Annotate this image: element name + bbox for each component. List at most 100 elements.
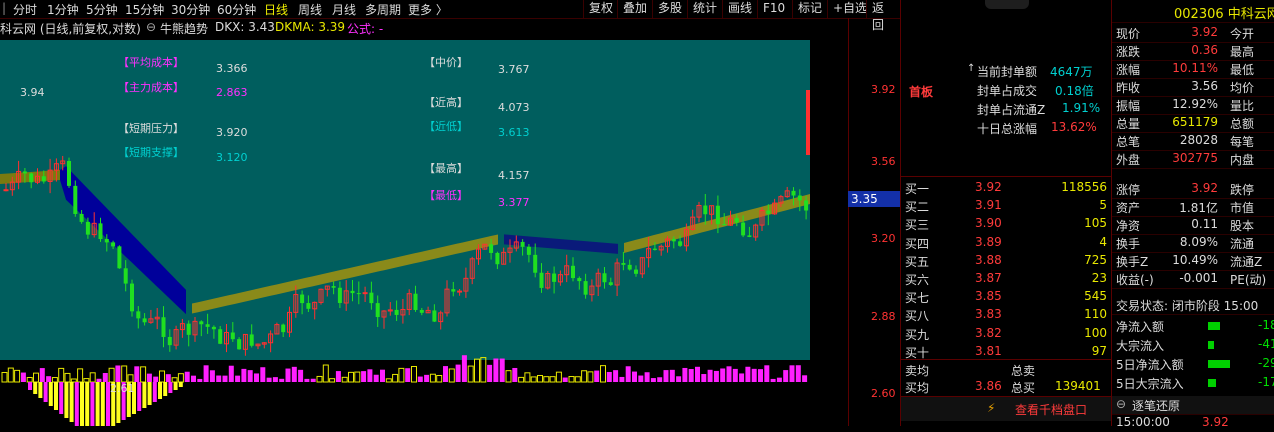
seal-label: 当前封单额 xyxy=(977,65,1038,79)
volume-bar xyxy=(499,358,505,382)
tab-more[interactable]: 更多 〉 xyxy=(408,1,448,18)
candle-body xyxy=(41,176,46,182)
volume-bar xyxy=(77,368,84,383)
volume-bar xyxy=(134,366,140,382)
draw-button[interactable]: 画线 xyxy=(722,0,757,18)
oscillator-bar xyxy=(48,382,53,406)
quote-value: 3.56 xyxy=(1191,79,1218,93)
depth-link-bar[interactable]: ⚡ 查看千档盘口 xyxy=(901,396,1111,421)
y-tick: 3.92 xyxy=(871,83,896,96)
flow-bar xyxy=(1208,341,1214,349)
indicator-name[interactable]: 牛熊趋势 xyxy=(160,20,208,37)
tab-fenshi[interactable]: 分时 xyxy=(13,1,37,18)
short-pressure-label: 【短期压力】 xyxy=(118,122,184,135)
oscillator-bar xyxy=(38,382,43,398)
volume-bar xyxy=(512,367,518,382)
candle-body xyxy=(67,160,71,186)
bid-row[interactable]: 买五 3.88 725 xyxy=(901,252,1111,270)
bid-label: 买八 xyxy=(905,309,930,324)
multi-stock-button[interactable]: 多股 xyxy=(652,0,687,18)
candle-body xyxy=(167,336,172,346)
bid-label: 买五 xyxy=(905,254,930,269)
flow-bar xyxy=(1208,379,1216,387)
bid-row[interactable]: 买四 3.89 4 xyxy=(901,234,1111,252)
tab-monthly[interactable]: 月线 xyxy=(332,1,356,18)
bid-volume: 100 xyxy=(1084,325,1107,340)
tab-weekly[interactable]: 周线 xyxy=(298,1,322,18)
candle-body xyxy=(413,293,418,310)
dkma-value: DKMA: 3.39 xyxy=(275,20,346,34)
bid-volume: 5 xyxy=(1099,198,1107,213)
oscillator-bar xyxy=(80,382,84,426)
volume-bar xyxy=(266,377,272,382)
volume-bar xyxy=(254,373,259,382)
candle-body xyxy=(451,289,456,292)
tab-multi-period[interactable]: 多周期 xyxy=(365,1,401,18)
oscillator-bar xyxy=(137,382,142,411)
candle-body xyxy=(104,239,109,243)
current-price-marker: 3.35 xyxy=(848,191,900,207)
volume-bar xyxy=(260,367,266,382)
volume-bar xyxy=(518,376,525,383)
main-cost-value: 2.863 xyxy=(216,86,248,99)
bid-row[interactable]: 买九 3.82 100 xyxy=(901,325,1111,343)
tab-5min[interactable]: 5分钟 xyxy=(86,1,118,18)
tab-60min[interactable]: 60分钟 xyxy=(217,1,256,18)
f10-button[interactable]: F10 xyxy=(757,0,790,18)
tab-15min[interactable]: 15分钟 xyxy=(125,1,164,18)
stats-button[interactable]: 统计 xyxy=(687,0,722,18)
flow-label: 净流入额 xyxy=(1116,320,1165,334)
collapse-icon[interactable]: ⊖ xyxy=(1116,397,1126,411)
tab-daily[interactable]: 日线 xyxy=(264,1,288,18)
tab-1min[interactable]: 1分钟 xyxy=(47,1,79,18)
quote-label: 股本 xyxy=(1230,219,1255,233)
volume-bar xyxy=(739,373,745,382)
bid-row[interactable]: 买六 3.87 23 xyxy=(901,270,1111,288)
bid-row[interactable]: 买七 3.85 545 xyxy=(901,288,1111,306)
stock-code-name[interactable]: 002306 中科云网 xyxy=(1174,3,1274,22)
quote-value: 1.81亿 xyxy=(1179,201,1218,215)
quote-value: 3.92 xyxy=(1191,181,1218,195)
quote-value: 3.92 xyxy=(1191,25,1218,39)
candle-body xyxy=(350,290,355,294)
depth-link[interactable]: 查看千档盘口 xyxy=(1015,401,1087,418)
volume-bar xyxy=(625,366,631,382)
oscillator-bar xyxy=(64,382,69,418)
volume-bar xyxy=(310,378,316,382)
mark-button[interactable]: 标记 xyxy=(792,0,827,18)
back-button[interactable]: 返回 xyxy=(866,0,900,32)
restore-label[interactable]: 逐笔还原 xyxy=(1132,397,1180,414)
volume-bar xyxy=(235,375,241,382)
seal-line: 封单占流通Z 1.91% xyxy=(901,100,1111,118)
bid-row[interactable]: 买八 3.83 110 xyxy=(901,306,1111,324)
candle-body xyxy=(734,218,739,223)
quote-row: 昨收 3.56 均价 xyxy=(1112,78,1274,97)
candle-body xyxy=(489,244,494,253)
bid-price: 3.89 xyxy=(975,234,1002,249)
volume-bar xyxy=(329,378,336,383)
volume-bar xyxy=(701,374,707,382)
kline-chart[interactable] xyxy=(0,40,810,426)
quote-row: 资产 1.81亿 市值 xyxy=(1112,198,1274,217)
period-toolbar: | 分时 1分钟 5分钟 15分钟 30分钟 60分钟 日线 周线 月线 多周期… xyxy=(0,0,900,32)
quote-panel: 002306 中科云网 现价 3.92 今开 涨跌 0.36 最高 涨幅 10.11% 最低 昨收… xyxy=(1112,0,1274,429)
collapse-tab[interactable] xyxy=(985,0,1029,9)
volume-bar xyxy=(241,368,247,382)
bid-row[interactable]: 买三 3.90 105 xyxy=(901,215,1111,233)
bid-row[interactable]: 买二 3.91 5 xyxy=(901,197,1111,215)
restore-row[interactable]: ⊖ 逐笔还原 xyxy=(1112,396,1274,415)
volume-bar xyxy=(33,372,39,383)
candle-body xyxy=(583,281,588,295)
adjust-button[interactable]: 复权 xyxy=(583,0,618,18)
scroll-left-icon[interactable]: | xyxy=(2,1,6,15)
collapse-icon[interactable]: ⊖ xyxy=(146,20,156,34)
candle-body xyxy=(703,205,708,215)
tick-time: 15:00:00 xyxy=(1116,415,1170,429)
volume-bar xyxy=(361,371,367,382)
volume-bar xyxy=(380,369,385,382)
volume-bar xyxy=(461,355,467,382)
volume-bar xyxy=(159,370,165,383)
overlay-button[interactable]: 叠加 xyxy=(617,0,652,18)
tab-30min[interactable]: 30分钟 xyxy=(171,1,210,18)
bid-row[interactable]: 买一 3.92 118556 xyxy=(901,179,1111,197)
